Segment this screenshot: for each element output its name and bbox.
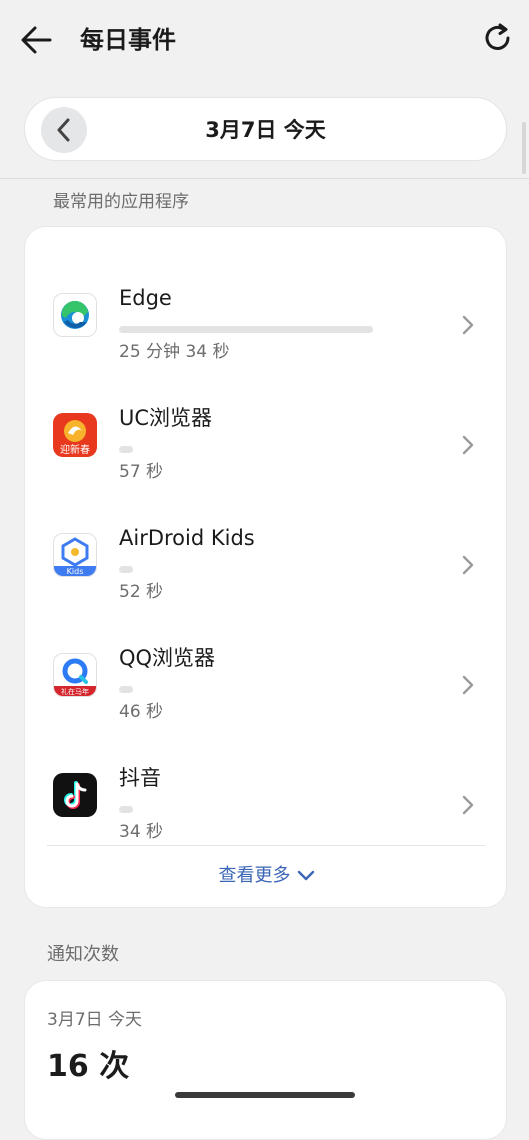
notifications-section-label: 通知次数	[47, 944, 119, 965]
app-name: UC浏览器	[119, 406, 213, 430]
card-divider	[47, 845, 485, 846]
app-name: Edge	[119, 286, 172, 310]
see-more-label: 查看更多	[218, 865, 291, 886]
app-row-uc-browser[interactable]: 迎新春 UC浏览器 57 秒	[25, 391, 508, 511]
date-label: 3月7日 今天	[205, 118, 326, 142]
notifications-count: 16 次	[47, 1049, 130, 1084]
uc-browser-icon: 迎新春	[53, 413, 97, 457]
app-usage-time: 57 秒	[119, 462, 164, 482]
app-usage-time: 46 秒	[119, 702, 164, 722]
qq-browser-icon: 礼在马年	[53, 653, 97, 697]
chevron-right-icon	[462, 795, 474, 815]
usage-bar	[119, 686, 133, 693]
chevron-right-icon	[462, 435, 474, 455]
usage-bar	[119, 806, 133, 813]
notifications-date: 3月7日 今天	[47, 1010, 143, 1030]
airdroid-kids-icon: Kids	[53, 533, 97, 577]
back-button[interactable]	[18, 22, 54, 58]
app-name: AirDroid Kids	[119, 526, 255, 550]
edge-icon	[53, 293, 97, 337]
app-row-edge[interactable]: Edge 25 分钟 34 秒	[25, 271, 508, 391]
home-indicator[interactable]	[175, 1092, 355, 1098]
uc-icon-text: 迎新春	[60, 443, 90, 456]
qq-icon-text: 礼在马年	[61, 687, 89, 696]
usage-bar	[119, 566, 133, 573]
app-row-qq-browser[interactable]: 礼在马年 QQ浏览器 46 秒	[25, 631, 508, 751]
refresh-button[interactable]	[481, 21, 515, 55]
chevron-right-icon	[462, 555, 474, 575]
chevron-right-icon	[462, 315, 474, 335]
app-usage-time: 52 秒	[119, 582, 164, 602]
notifications-card[interactable]: 3月7日 今天 16 次	[24, 980, 507, 1140]
app-name: 抖音	[119, 766, 161, 790]
app-name: QQ浏览器	[119, 646, 216, 670]
app-row-douyin[interactable]: 抖音 34 秒	[25, 751, 508, 871]
chevron-down-icon	[297, 870, 314, 881]
top-apps-card: Edge 25 分钟 34 秒 迎新春 UC浏览器 57 秒 Kids AirD…	[24, 226, 507, 908]
top-apps-section-label: 最常用的应用程序	[53, 192, 189, 212]
app-row-airdroid-kids[interactable]: Kids AirDroid Kids 52 秒	[25, 511, 508, 631]
scrollbar[interactable]	[522, 122, 526, 174]
refresh-icon	[485, 23, 510, 50]
usage-bar	[119, 446, 133, 453]
usage-bar	[119, 326, 373, 333]
header-divider	[0, 178, 529, 179]
app-usage-time: 34 秒	[119, 822, 164, 842]
page-title: 每日事件	[80, 26, 176, 54]
see-more-button[interactable]: 查看更多	[25, 861, 508, 891]
arrow-left-icon	[21, 26, 52, 54]
app-usage-time: 25 分钟 34 秒	[119, 342, 230, 362]
date-selector: 3月7日 今天	[24, 97, 507, 161]
airdroid-icon-text: Kids	[67, 567, 84, 576]
douyin-icon	[53, 773, 97, 817]
chevron-right-icon	[462, 675, 474, 695]
top-bar: 每日事件	[0, 0, 529, 80]
